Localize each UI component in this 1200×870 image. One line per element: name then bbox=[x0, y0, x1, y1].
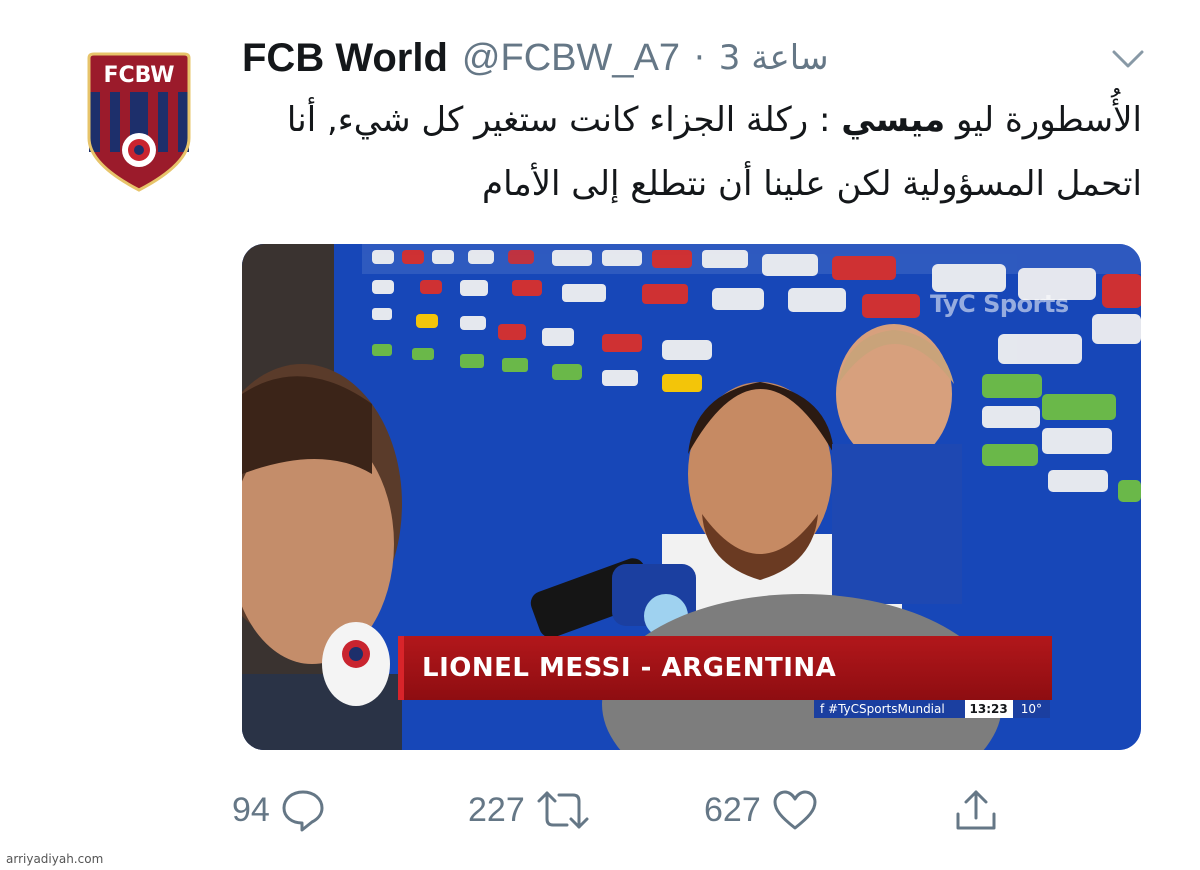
tweet-text-bold: ميسي bbox=[841, 100, 946, 140]
caption-banner: LIONEL MESSI - ARGENTINA bbox=[398, 636, 1052, 700]
avatar[interactable]: FCBW bbox=[86, 52, 192, 192]
share-icon bbox=[956, 790, 996, 830]
tweet-actions: 94 227 627 bbox=[0, 780, 1200, 840]
source-watermark: arriyadiyah.com bbox=[6, 852, 104, 866]
fifa-badge bbox=[322, 622, 390, 706]
ticker-clock: 13:23 bbox=[964, 700, 1013, 718]
tweet-card: FCBW FCB World @FCBW_A7 · 3 ساعة الأُسطو… bbox=[0, 0, 1200, 870]
background-person bbox=[832, 324, 962, 604]
fcbw-crest-icon: FCBW bbox=[87, 52, 191, 192]
chevron-down-icon[interactable] bbox=[1108, 40, 1148, 76]
retweet-button[interactable]: 227 bbox=[468, 780, 591, 840]
tweet-media[interactable]: TyC Sports LIONEL MESSI - ARGENTINA f #T… bbox=[242, 244, 1141, 750]
tweet-text-part1: الأُسطورة ليو bbox=[955, 100, 1142, 140]
reply-button[interactable]: 94 bbox=[232, 780, 326, 840]
retweet-icon bbox=[537, 791, 589, 829]
like-count: 627 bbox=[704, 790, 761, 829]
tweet-time[interactable]: 3 ساعة bbox=[719, 38, 829, 78]
author-name[interactable]: FCB World bbox=[242, 36, 448, 81]
tweet-header: FCB World @FCBW_A7 · 3 ساعة bbox=[242, 30, 902, 86]
retweet-count: 227 bbox=[468, 790, 525, 829]
avatar-text: FCBW bbox=[103, 63, 174, 88]
caption-text: LIONEL MESSI - ARGENTINA bbox=[422, 653, 837, 683]
like-button[interactable]: 627 bbox=[704, 780, 819, 840]
author-handle[interactable]: @FCBW_A7 bbox=[462, 37, 680, 80]
reply-icon bbox=[282, 790, 324, 832]
tweet-text: الأُسطورة ليو ميسي : ركلة الجزاء كانت ست… bbox=[240, 88, 1142, 218]
ticker-temperature: 10° bbox=[1020, 702, 1042, 716]
reply-count: 94 bbox=[232, 790, 270, 829]
media-watermark: TyC Sports bbox=[930, 290, 1069, 318]
ticker-hashtag: f #TyCSportsMundial bbox=[820, 702, 945, 716]
share-button[interactable] bbox=[952, 780, 1000, 840]
media-ticker: f #TyCSportsMundial 13:23 10° bbox=[814, 700, 1050, 718]
like-icon bbox=[773, 790, 817, 830]
separator-dot: · bbox=[693, 38, 705, 78]
